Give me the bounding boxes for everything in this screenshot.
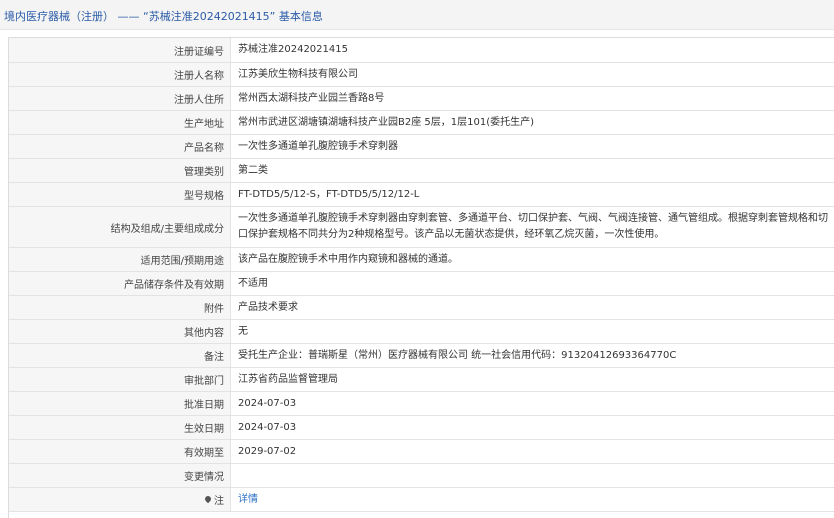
- row-label: 生效日期: [9, 416, 231, 439]
- row-label: 型号规格: [9, 183, 231, 206]
- page-header: 境内医疗器械（注册） —— “苏械注准20242021415” 基本信息: [0, 0, 834, 30]
- row-label: 注册证编号: [9, 38, 231, 62]
- row-label: 变更情况: [9, 464, 231, 487]
- table-row: 管理类别 第二类: [9, 159, 834, 183]
- table-row: 型号规格 FT-DTD5/5/12-S，FT-DTD5/5/12/12-L: [9, 183, 834, 207]
- row-label: 生产地址: [9, 111, 231, 134]
- row-value: 苏械注准20242021415: [238, 44, 348, 55]
- row-label: 注册人住所: [9, 87, 231, 110]
- row-label: 产品名称: [9, 135, 231, 158]
- row-label: 注册人名称: [9, 63, 231, 86]
- header-subject: “苏械注准20242021415”: [143, 10, 276, 23]
- row-value: 该产品在腹腔镜手术中用作内窥镜和器械的通道。: [238, 253, 458, 265]
- row-value: 2024-07-03: [238, 421, 297, 433]
- row-label-note: 注: [9, 488, 231, 511]
- row-value: 常州西太湖科技产业园兰香路8号: [238, 92, 385, 104]
- note-label-text: 注: [214, 496, 224, 507]
- row-value: FT-DTD5/5/12-S，FT-DTD5/5/12/12-L: [238, 188, 420, 200]
- row-value: 受托生产企业：普瑞斯星（常州）医疗器械有限公司 统一社会信用代码：9132041…: [238, 349, 677, 361]
- table-row: 变更情况: [9, 464, 834, 488]
- row-value: 2029-07-02: [238, 445, 297, 457]
- row-label: 管理类别: [9, 159, 231, 182]
- table-row: 产品名称 一次性多通道单孔腹腔镜手术穿刺器: [9, 135, 834, 159]
- row-value: [238, 464, 831, 487]
- table-row: 生产地址 常州市武进区湖塘镇湖塘科技产业园B2座 5层，1层101(委托生产): [9, 111, 834, 135]
- row-value: 江苏美欣生物科技有限公司: [238, 68, 358, 80]
- row-label: 附件: [9, 296, 231, 319]
- details-link[interactable]: 详情: [238, 492, 258, 508]
- table-row: 生效日期 2024-07-03: [9, 416, 834, 440]
- table-row: 结构及组成/主要组成成分 一次性多通道单孔腹腔镜手术穿刺器由穿刺套管、多通道平台…: [9, 207, 834, 248]
- table-row: 适用范围/预期用途 该产品在腹腔镜手术中用作内窥镜和器械的通道。: [9, 248, 834, 272]
- table-row: 产品储存条件及有效期 不适用: [9, 272, 834, 296]
- table-row: 有效期至 2029-07-02: [9, 440, 834, 464]
- location-pin-icon: [203, 494, 213, 503]
- row-label: 批准日期: [9, 392, 231, 415]
- row-value: 常州市武进区湖塘镇湖塘科技产业园B2座 5层，1层101(委托生产): [238, 116, 535, 128]
- row-value: 江苏省药品监督管理局: [238, 373, 338, 385]
- table-row: 其他内容 无: [9, 320, 834, 344]
- row-value: 第二类: [238, 164, 268, 176]
- info-table: 注册证编号 苏械注准20242021415 注册人名称 江苏美欣生物科技有限公司…: [8, 37, 834, 518]
- row-value-details: 详情: [238, 488, 831, 511]
- row-label: 备注: [9, 344, 231, 367]
- row-label: 结构及组成/主要组成成分: [9, 207, 231, 247]
- row-value: 无: [238, 325, 248, 337]
- table-row: 备注 受托生产企业：普瑞斯星（常州）医疗器械有限公司 统一社会信用代码：9132…: [9, 344, 834, 368]
- row-value: 产品技术要求: [238, 301, 298, 313]
- row-label: 有效期至: [9, 440, 231, 463]
- row-label: 适用范围/预期用途: [9, 248, 231, 271]
- table-row: 注册证编号 苏械注准20242021415: [9, 38, 834, 63]
- table-row: 注册人名称 江苏美欣生物科技有限公司: [9, 63, 834, 87]
- table-row: 附件 产品技术要求: [9, 296, 834, 320]
- row-value: 2024-07-03: [238, 397, 297, 409]
- row-label: 审批部门: [9, 368, 231, 391]
- table-row: 注 详情: [9, 488, 834, 512]
- row-value: 不适用: [238, 277, 268, 289]
- header-category: 境内医疗器械（注册）: [4, 10, 114, 23]
- table-row: 批准日期 2024-07-03: [9, 392, 834, 416]
- row-value: 一次性多通道单孔腹腔镜手术穿刺器由穿刺套管、多通道平台、切口保护套、气阀、气阀连…: [238, 213, 828, 240]
- row-label: 其他内容: [9, 320, 231, 343]
- header-breadcrumb: 境内医疗器械（注册） —— “苏械注准20242021415” 基本信息: [4, 8, 323, 24]
- table-row: 审批部门 江苏省药品监督管理局: [9, 368, 834, 392]
- table-row: 注册人住所 常州西太湖科技产业园兰香路8号: [9, 87, 834, 111]
- row-value: 一次性多通道单孔腹腔镜手术穿刺器: [238, 140, 398, 152]
- row-label: 产品储存条件及有效期: [9, 272, 231, 295]
- header-suffix: 基本信息: [278, 10, 323, 23]
- header-separator: ——: [117, 10, 140, 23]
